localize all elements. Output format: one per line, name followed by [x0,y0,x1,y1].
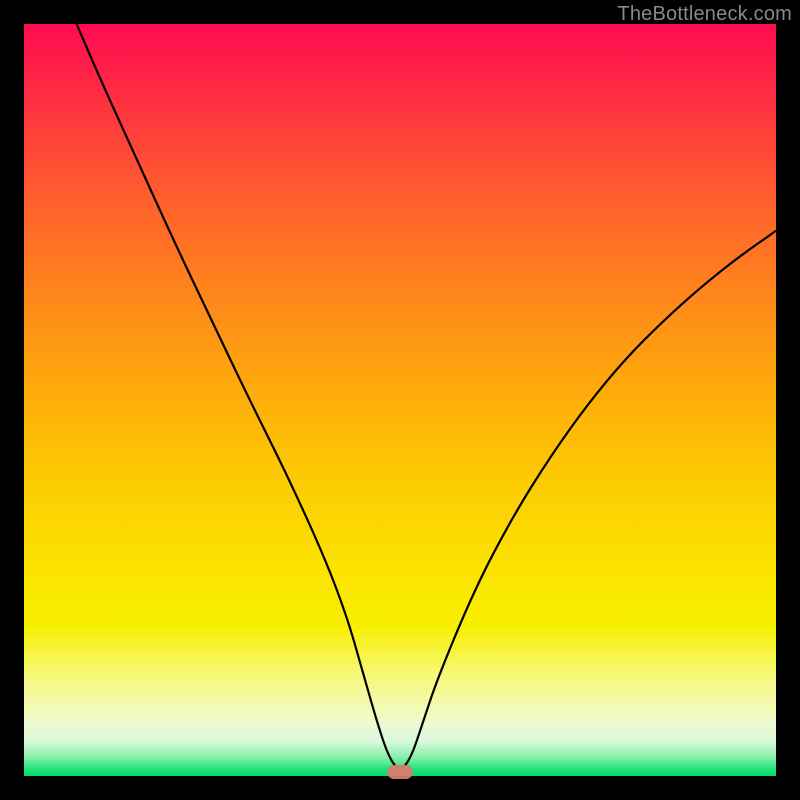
plot-area [24,24,776,776]
watermark-text: TheBottleneck.com [617,3,792,26]
optimal-marker [387,765,413,779]
chart-frame: TheBottleneck.com [0,0,800,800]
bottleneck-curve [24,24,776,776]
